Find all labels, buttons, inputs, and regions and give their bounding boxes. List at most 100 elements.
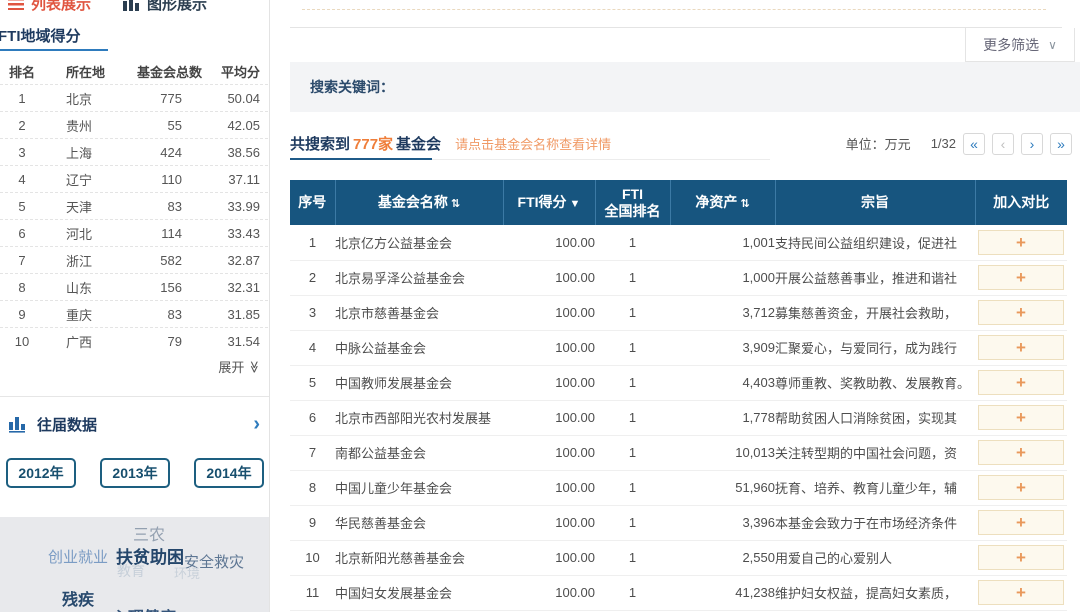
fund-table-row: 2 北京易孚泽公益基金会 100.00 1 1,000 开展公益慈善事业，推进和… <box>290 260 1067 295</box>
cloud-word-huanjing[interactable]: 环境 <box>174 563 200 582</box>
region-avg-score: 38.56 <box>204 145 268 160</box>
cloud-word-chuangye[interactable]: 创业就业 <box>48 546 108 567</box>
fund-purpose: 抚育、培养、教育儿童少年，辅 <box>775 470 975 505</box>
col-name-sortable[interactable]: 基金会名称⇅ <box>335 180 503 225</box>
cloud-word-canji[interactable]: 残疾 <box>62 586 94 610</box>
year-2014-button[interactable]: 2014年 <box>194 458 264 488</box>
page: 列表展示 图形展示 FTI地域得分 排名 所在地 基金会总数 平均分 1 <box>0 0 1080 612</box>
fund-name-link[interactable]: 中国妇女发展基金会 <box>335 575 503 610</box>
chevron-down-icon: ∨ <box>1048 38 1057 52</box>
region-count: 114 <box>114 226 204 241</box>
region-avg-score: 42.05 <box>204 118 268 133</box>
history-data-header[interactable]: 往届数据 › <box>0 410 270 438</box>
plus-icon: + <box>1016 234 1026 251</box>
fund-purpose: 用爱自己的心爱别人 <box>775 540 975 575</box>
tab-list-display[interactable]: 列表展示 <box>8 0 91 14</box>
add-compare-button[interactable]: + <box>978 230 1064 255</box>
fund-name-link[interactable]: 北京易孚泽公益基金会 <box>335 260 503 295</box>
region-score-title: FTI地域得分 <box>0 25 81 46</box>
fund-name-link[interactable]: 北京亿方公益基金会 <box>335 225 503 260</box>
region-table-row: 8 山东 156 32.31 <box>0 273 268 300</box>
add-compare-button[interactable]: + <box>978 580 1064 605</box>
fund-national-rank: 1 <box>595 435 670 470</box>
fund-purpose: 开展公益慈善事业，推进和谐社 <box>775 260 975 295</box>
cloud-word-jiaoyu[interactable]: 教育 <box>117 561 145 581</box>
fund-name-link[interactable]: 中国教师发展基金会 <box>335 365 503 400</box>
fund-score: 100.00 <box>503 295 595 330</box>
fund-national-rank: 1 <box>595 225 670 260</box>
fund-name-link[interactable]: 北京新阳光慈善基金会 <box>335 540 503 575</box>
region-table-row: 6 河北 114 33.43 <box>0 219 268 246</box>
fund-name-link[interactable]: 南都公益基金会 <box>335 435 503 470</box>
fund-score: 100.00 <box>503 505 595 540</box>
region-count: 83 <box>114 307 204 322</box>
more-filters-button[interactable]: 更多筛选 ∨ <box>965 28 1075 62</box>
fund-name-link[interactable]: 北京市慈善基金会 <box>335 295 503 330</box>
fund-score: 100.00 <box>503 260 595 295</box>
fund-no: 11 <box>290 575 335 610</box>
add-compare-button[interactable]: + <box>978 300 1064 325</box>
fund-compare-cell: + <box>975 225 1067 260</box>
add-compare-button[interactable]: + <box>978 510 1064 535</box>
fund-purpose: 尊师重教、奖教助教、发展教育。 <box>775 365 975 400</box>
col-assets-sortable[interactable]: 净资产⇅ <box>670 180 775 225</box>
region-rank: 7 <box>0 253 44 268</box>
fund-no: 7 <box>290 435 335 470</box>
fund-no: 5 <box>290 365 335 400</box>
result-hint: 请点击基金会名称查看详情 <box>455 134 611 153</box>
plus-icon: + <box>1016 584 1026 601</box>
add-compare-button[interactable]: + <box>978 370 1064 395</box>
add-compare-button[interactable]: + <box>978 475 1064 500</box>
fund-table-row: 9 华民慈善基金会 100.00 1 3,396 本基金会致力于在市场经济条件 … <box>290 505 1067 540</box>
col-score-sortable[interactable]: FTI得分▼ <box>503 180 595 225</box>
fund-score: 100.00 <box>503 225 595 260</box>
plus-icon: + <box>1016 374 1026 391</box>
expand-button[interactable]: 展开 ≫ <box>218 357 261 376</box>
fund-name-link[interactable]: 北京市西部阳光农村发展基 <box>335 400 503 435</box>
fund-name-link[interactable]: 中脉公益基金会 <box>335 330 503 365</box>
first-page-button[interactable]: « <box>963 133 985 155</box>
add-compare-button[interactable]: + <box>978 405 1064 430</box>
add-compare-button[interactable]: + <box>978 440 1064 465</box>
list-icon <box>8 0 24 10</box>
tab-graph-display[interactable]: 图形展示 <box>123 0 207 14</box>
region-table-row: 1 北京 775 50.04 <box>0 84 268 111</box>
fund-compare-cell: + <box>975 435 1067 470</box>
fund-national-rank: 1 <box>595 470 670 505</box>
fund-assets: 4,403 <box>670 365 775 400</box>
unit-label: 单位：万元 <box>846 134 911 153</box>
fund-no: 6 <box>290 400 335 435</box>
year-2012-button[interactable]: 2012年 <box>6 458 76 488</box>
add-compare-button[interactable]: + <box>978 545 1064 570</box>
fund-assets: 3,712 <box>670 295 775 330</box>
fund-no: 4 <box>290 330 335 365</box>
chevron-right-icon[interactable]: › <box>253 414 260 434</box>
prev-page-button[interactable]: ‹ <box>992 133 1014 155</box>
add-compare-button[interactable]: + <box>978 335 1064 360</box>
cloud-word-sannong[interactable]: 三农 <box>133 521 165 545</box>
next-page-button[interactable]: › <box>1021 133 1043 155</box>
word-cloud-panel: 三农 创业就业 扶贫助困 教育 安全救灾 环境 残疾 心理健康 <box>0 517 270 612</box>
fund-purpose: 募集慈善资金，开展社会救助， <box>775 295 975 330</box>
col-no: 序号 <box>290 180 335 225</box>
region-location: 浙江 <box>44 251 114 270</box>
region-rank: 5 <box>0 199 44 214</box>
fund-name-link[interactable]: 华民慈善基金会 <box>335 505 503 540</box>
fund-compare-cell: + <box>975 330 1067 365</box>
fund-purpose: 维护妇女权益，提高妇女素质， <box>775 575 975 610</box>
fund-table-row: 10 北京新阳光慈善基金会 100.00 1 2,550 用爱自己的心爱别人 + <box>290 540 1067 575</box>
fund-score: 100.00 <box>503 575 595 610</box>
year-2013-button[interactable]: 2013年 <box>100 458 170 488</box>
last-page-button[interactable]: » <box>1050 133 1072 155</box>
region-rank: 1 <box>0 91 44 106</box>
region-table-header: 排名 所在地 基金会总数 平均分 <box>0 58 268 84</box>
fund-name-link[interactable]: 中国儿童少年基金会 <box>335 470 503 505</box>
fund-purpose: 支持民间公益组织建设，促进社 <box>775 225 975 260</box>
fund-table-row: 7 南都公益基金会 100.00 1 10,013 关注转型期的中国社会问题，资… <box>290 435 1067 470</box>
cloud-word-xinli[interactable]: 心理健康 <box>112 604 176 612</box>
add-compare-button[interactable]: + <box>978 265 1064 290</box>
fund-national-rank: 1 <box>595 400 670 435</box>
region-location: 山东 <box>44 278 114 297</box>
fund-compare-cell: + <box>975 540 1067 575</box>
expand-chevron-icon: ≫ <box>248 360 262 373</box>
